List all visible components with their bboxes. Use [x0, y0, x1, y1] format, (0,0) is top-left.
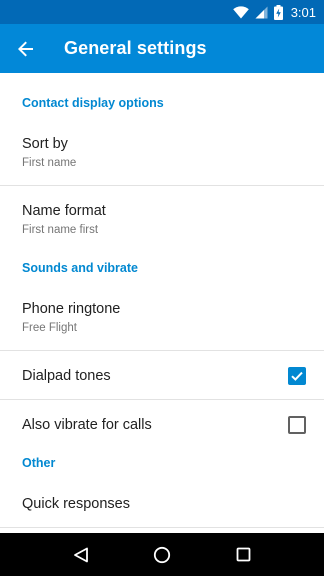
section-header-other: Other: [22, 456, 56, 470]
sort-by-summary: First name: [22, 157, 77, 169]
cell-signal-icon: [255, 6, 268, 18]
vibrate-for-calls-title: Also vibrate for calls: [22, 416, 152, 433]
vibrate-for-calls-preference[interactable]: Also vibrate for calls: [0, 400, 324, 449]
status-time: 3:01: [290, 4, 316, 20]
settings-list[interactable]: Contact display options Sort by First na…: [0, 73, 324, 533]
wifi-icon: [232, 5, 249, 18]
checkmark-icon: [291, 371, 303, 381]
quick-responses-preference[interactable]: Quick responses: [0, 479, 324, 528]
name-format-summary: First name first: [22, 224, 99, 236]
arrow-back-icon: [18, 41, 33, 56]
page-title: General settings: [64, 38, 207, 58]
back-button[interactable]: [0, 24, 52, 73]
nav-recents-button[interactable]: [219, 533, 267, 576]
vibrate-for-calls-checkbox[interactable]: [288, 415, 306, 434]
section-header-contact-display: Contact display options: [22, 96, 164, 110]
sort-by-title: Sort by: [22, 136, 68, 152]
nav-home-button[interactable]: [138, 533, 186, 576]
phone-ringtone-title: Phone ringtone: [22, 301, 121, 317]
recents-square-icon: [236, 547, 251, 562]
phone-ringtone-preference[interactable]: Phone ringtone Free Flight: [0, 284, 324, 351]
section-header-sounds: Sounds and vibrate: [22, 261, 138, 275]
navigation-bar: [0, 533, 324, 576]
sort-by-preference[interactable]: Sort by First name: [0, 119, 324, 186]
nav-back-button[interactable]: [57, 533, 105, 576]
phone-ringtone-summary: Free Flight: [22, 322, 77, 334]
quick-responses-title: Quick responses: [22, 495, 130, 512]
dialpad-tones-preference[interactable]: Dialpad tones: [0, 351, 324, 400]
dialpad-tones-checkbox[interactable]: [288, 366, 306, 385]
name-format-preference[interactable]: Name format First name first: [0, 186, 324, 253]
home-circle-icon: [153, 546, 171, 563]
app-bar: General settings: [0, 24, 324, 73]
status-bar: 3:01: [0, 0, 324, 24]
dialpad-tones-title: Dialpad tones: [22, 367, 111, 384]
name-format-title: Name format: [22, 203, 106, 219]
battery-charging-icon: [273, 4, 283, 20]
back-triangle-icon: [73, 547, 88, 562]
